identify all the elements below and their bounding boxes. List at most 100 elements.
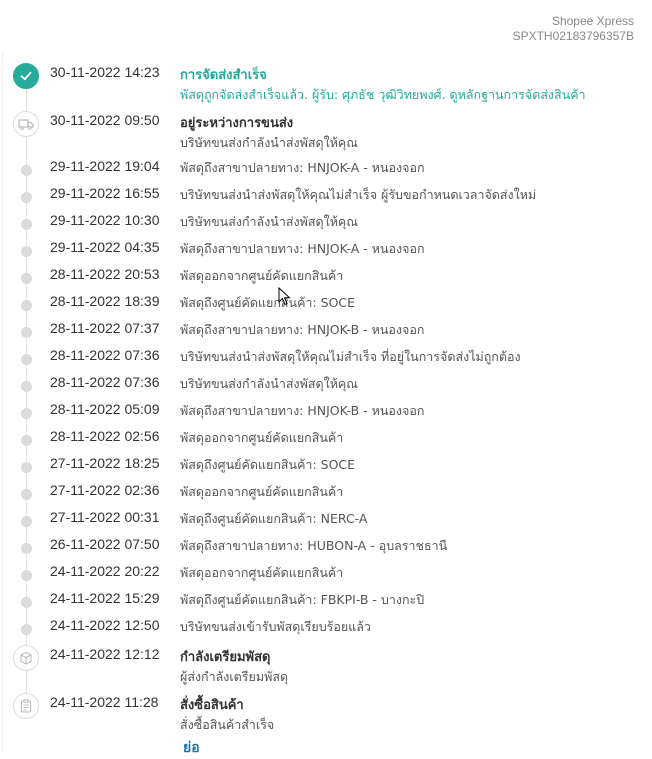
timeline-dot	[21, 570, 32, 581]
timeline-dot	[21, 354, 32, 365]
event-detail: บริษัทขนส่งเข้ารับพัสดุเรียบร้อยแล้ว	[180, 617, 371, 637]
event-detail-text: พัสดุถึงศูนย์คัดแยกสินค้า: SOCE	[180, 457, 356, 472]
clipboard-icon	[13, 693, 39, 719]
timeline-dot	[21, 597, 32, 608]
event-time: 24-11-2022 12:50	[50, 617, 160, 633]
timeline-dot	[21, 165, 32, 176]
event-description: พัสดุถึงศูนย์คัดแยกสินค้า: FBKPI-B - บาง…	[180, 590, 424, 610]
event-description: การจัดส่งสำเร็จ พัสดุถูกจัดส่งสำเร็จแล้ว.…	[180, 64, 586, 105]
event-detail-text: สั่งซื้อสินค้าสำเร็จ	[180, 717, 275, 732]
event-description: บริษัทขนส่งนำส่งพัสดุให้คุณไม่สำเร็จ ที่…	[180, 347, 521, 367]
timeline-dot	[21, 624, 32, 635]
event-description: พัสดุออกจากศูนย์คัดแยกสินค้า	[180, 428, 343, 448]
timeline-dot	[21, 273, 32, 284]
event-description: บริษัทขนส่งนำส่งพัสดุให้คุณไม่สำเร็จ ผู้…	[180, 185, 536, 205]
event-status-title: สั่งซื้อสินค้า	[180, 698, 244, 713]
event-time: 28-11-2022 18:39	[50, 293, 160, 309]
event-time: 24-11-2022 11:28	[50, 694, 159, 710]
timeline-dot	[21, 462, 32, 473]
event-detail: พัสดุถึงศูนย์คัดแยกสินค้า: SOCE	[180, 455, 355, 475]
event-time: 24-11-2022 20:22	[50, 563, 160, 579]
event-description: กำลังเตรียมพัสดุ ผู้ส่งกำลังเตรียมพัสดุ	[180, 646, 288, 687]
event-detail-text: บริษัทขนส่งนำส่งพัสดุให้คุณไม่สำเร็จ ผู้…	[180, 187, 537, 202]
event-detail-text: พัสดุถึงศูนย์คัดแยกสินค้า: NERC-A	[180, 511, 368, 526]
mouse-cursor-icon	[278, 287, 291, 306]
event-detail-text: พัสดุออกจากศูนย์คัดแยกสินค้า	[180, 430, 344, 445]
event-detail: บริษัทขนส่งกำลังนำส่งพัสดุให้คุณ	[180, 212, 358, 232]
timeline-dot	[21, 435, 32, 446]
event-status-title: อยู่ระหว่างการขนส่ง	[180, 116, 294, 131]
event-time: 29-11-2022 19:04	[50, 158, 160, 174]
event-detail: พัสดุถึงสาขาปลายทาง: HNJOK-A - หนองจอก	[180, 239, 425, 259]
timeline-dot	[21, 489, 32, 500]
check-icon	[13, 63, 39, 89]
event-detail: พัสดุออกจากศูนย์คัดแยกสินค้า	[180, 563, 343, 583]
event-time: 26-11-2022 07:50	[50, 536, 160, 552]
event-description: พัสดุออกจากศูนย์คัดแยกสินค้า	[180, 482, 343, 502]
event-detail: สั่งซื้อสินค้าสำเร็จ	[180, 715, 274, 735]
event-status-title: กำลังเตรียมพัสดุ	[180, 650, 271, 665]
event-detail-text: พัสดุถึงศูนย์คัดแยกสินค้า: SOCE	[180, 295, 356, 310]
event-detail-text: บริษัทขนส่งนำส่งพัสดุให้คุณไม่สำเร็จ ที่…	[180, 349, 521, 364]
event-detail: พัสดุถูกจัดส่งสำเร็จแล้ว. ผู้รับ: ศุภธัช…	[180, 85, 586, 105]
carrier-name: Shopee Xpress	[551, 14, 634, 28]
timeline-dot	[21, 327, 32, 338]
event-detail-text: พัสดุถึงสาขาปลายทาง: HNJOK-B - หนองจอก	[180, 403, 425, 418]
event-detail: พัสดุถึงสาขาปลายทาง: HUBON-A - อุบลราชธา…	[180, 536, 447, 556]
event-description: พัสดุออกจากศูนย์คัดแยกสินค้า	[180, 563, 343, 583]
event-time: 28-11-2022 07:36	[50, 347, 160, 363]
timeline-dot	[21, 300, 32, 311]
event-detail-text: พัสดุถึงสาขาปลายทาง: HNJOK-A - หนองจอก	[180, 160, 425, 175]
proof-of-delivery-link[interactable]: ดูหลักฐานการจัดส่งสินค้า	[450, 87, 586, 102]
event-description: พัสดุถึงสาขาปลายทาง: HNJOK-B - หนองจอก	[180, 401, 424, 421]
event-detail: บริษัทขนส่งนำส่งพัสดุให้คุณไม่สำเร็จ ที่…	[180, 347, 521, 367]
event-time: 28-11-2022 02:56	[50, 428, 160, 444]
event-detail-text: พัสดุออกจากศูนย์คัดแยกสินค้า	[180, 565, 344, 580]
event-description: บริษัทขนส่งเข้ารับพัสดุเรียบร้อยแล้ว	[180, 617, 371, 637]
event-time: 24-11-2022 15:29	[50, 590, 160, 606]
timeline-dot	[21, 381, 32, 392]
event-time: 28-11-2022 05:09	[50, 401, 160, 417]
timeline-dot	[21, 246, 32, 257]
event-detail: พัสดุออกจากศูนย์คัดแยกสินค้า	[180, 266, 343, 286]
event-time: 28-11-2022 20:53	[50, 266, 160, 282]
carrier-info: Shopee Xpress SPXTH02183796357B	[513, 14, 634, 44]
event-description: พัสดุถึงศูนย์คัดแยกสินค้า: NERC-A	[180, 509, 367, 529]
event-detail-text: พัสดุถึงศูนย์คัดแยกสินค้า: FBKPI-B - บาง…	[180, 592, 425, 607]
event-detail: พัสดุออกจากศูนย์คัดแยกสินค้า	[180, 428, 343, 448]
event-description: บริษัทขนส่งกำลังนำส่งพัสดุให้คุณ	[180, 212, 358, 232]
event-detail-text: บริษัทขนส่งกำลังนำส่งพัสดุให้คุณ	[180, 135, 358, 150]
event-detail: บริษัทขนส่งนำส่งพัสดุให้คุณไม่สำเร็จ ผู้…	[180, 185, 536, 205]
event-time: 28-11-2022 07:37	[50, 320, 160, 336]
event-description: พัสดุถึงสาขาปลายทาง: HNJOK-A - หนองจอก	[180, 239, 425, 259]
event-description: สั่งซื้อสินค้าสั่งซื้อสินค้าสำเร็จ	[180, 694, 274, 735]
event-detail: บริษัทขนส่งกำลังนำส่งพัสดุให้คุณ	[180, 133, 358, 153]
event-description: พัสดุถึงศูนย์คัดแยกสินค้า: SOCE	[180, 293, 355, 313]
event-detail: พัสดุถึงศูนย์คัดแยกสินค้า: FBKPI-B - บาง…	[180, 590, 424, 610]
event-detail: พัสดุถึงศูนย์คัดแยกสินค้า: NERC-A	[180, 509, 367, 529]
timeline-dot	[21, 192, 32, 203]
event-description: พัสดุออกจากศูนย์คัดแยกสินค้า	[180, 266, 343, 286]
event-time: 28-11-2022 07:36	[50, 374, 160, 390]
truck-icon	[13, 111, 39, 137]
event-time: 30-11-2022 09:50	[50, 112, 160, 128]
event-detail: พัสดุถึงสาขาปลายทาง: HNJOK-B - หนองจอก	[180, 320, 424, 340]
event-time: 30-11-2022 14:23	[50, 64, 160, 80]
event-detail: บริษัทขนส่งกำลังนำส่งพัสดุให้คุณ	[180, 374, 358, 394]
event-detail-text: พัสดุออกจากศูนย์คัดแยกสินค้า	[180, 268, 344, 283]
event-detail: พัสดุถึงสาขาปลายทาง: HNJOK-B - หนองจอก	[180, 401, 424, 421]
package-icon	[13, 645, 39, 671]
event-detail-text: บริษัทขนส่งเข้ารับพัสดุเรียบร้อยแล้ว	[180, 619, 371, 634]
event-detail-text: พัสดุออกจากศูนย์คัดแยกสินค้า	[180, 484, 344, 499]
collapse-link[interactable]: ย่อ	[183, 737, 200, 759]
timeline-dot	[21, 408, 32, 419]
event-detail: พัสดุถึงสาขาปลายทาง: HNJOK-A - หนองจอก	[180, 158, 425, 178]
event-detail-text: พัสดุถึงสาขาปลายทาง: HUBON-A - อุบลราชธา…	[180, 538, 448, 553]
timeline-dot	[21, 543, 32, 554]
event-description: พัสดุถึงศูนย์คัดแยกสินค้า: SOCE	[180, 455, 355, 475]
panel-border	[2, 52, 3, 752]
event-detail-text: พัสดุถึงสาขาปลายทาง: HNJOK-A - หนองจอก	[180, 241, 425, 256]
event-time: 27-11-2022 00:31	[50, 509, 160, 525]
event-time: 27-11-2022 02:36	[50, 482, 160, 498]
event-description: บริษัทขนส่งกำลังนำส่งพัสดุให้คุณ	[180, 374, 358, 394]
